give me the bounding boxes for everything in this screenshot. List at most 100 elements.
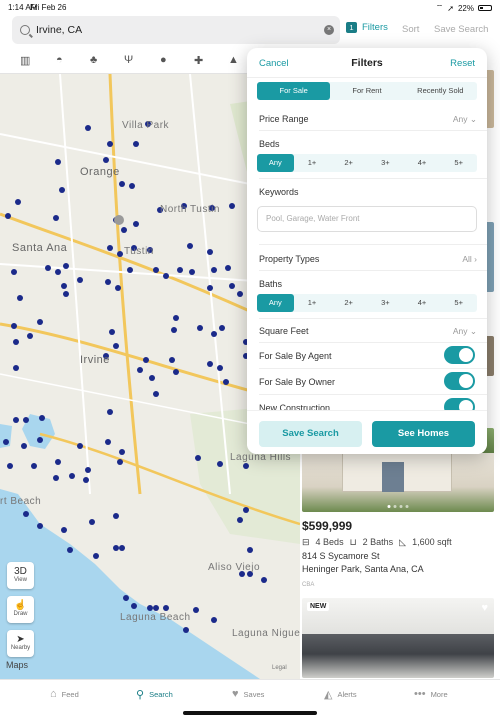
baths-any[interactable]: Any bbox=[257, 294, 294, 312]
listing-marker[interactable] bbox=[5, 213, 11, 219]
school-icon[interactable]: ◓ bbox=[56, 54, 63, 66]
filters-button[interactable]: 1 Filters bbox=[346, 22, 388, 33]
listing-marker[interactable] bbox=[37, 523, 43, 529]
listing-marker[interactable] bbox=[261, 577, 267, 583]
listing-marker[interactable] bbox=[133, 141, 139, 147]
property-types-row[interactable]: Property Types All › bbox=[259, 254, 477, 264]
tab-saves[interactable]: ♥ Saves bbox=[232, 688, 264, 700]
beds-4plus[interactable]: 4+ bbox=[404, 154, 441, 172]
baths-2plus[interactable]: 2+ bbox=[330, 294, 367, 312]
listing-marker[interactable] bbox=[27, 333, 33, 339]
listing-marker[interactable] bbox=[123, 595, 129, 601]
listing-marker[interactable] bbox=[61, 283, 67, 289]
listing-marker[interactable] bbox=[147, 605, 153, 611]
listing-marker[interactable] bbox=[121, 227, 127, 233]
listing-marker[interactable] bbox=[77, 443, 83, 449]
save-search-link[interactable]: Save Search bbox=[434, 24, 488, 35]
for-sale-by-agent-toggle[interactable] bbox=[444, 346, 475, 364]
listing-marker[interactable] bbox=[153, 605, 159, 611]
beds-3plus[interactable]: 3+ bbox=[367, 154, 404, 172]
listing-marker[interactable] bbox=[115, 285, 121, 291]
listing-marker[interactable] bbox=[13, 417, 19, 423]
tab-alerts[interactable]: ◭ Alerts bbox=[324, 688, 357, 701]
square-feet-row[interactable]: Square Feet Any ⌄ bbox=[259, 326, 477, 336]
listing-marker[interactable] bbox=[119, 545, 125, 551]
see-homes-button[interactable]: See Homes bbox=[372, 421, 475, 447]
listing-marker[interactable] bbox=[13, 365, 19, 371]
listing-marker[interactable] bbox=[45, 265, 51, 271]
listing-marker[interactable] bbox=[183, 627, 189, 633]
listing-marker[interactable] bbox=[37, 319, 43, 325]
listing-marker[interactable] bbox=[53, 215, 59, 221]
listing-marker[interactable] bbox=[177, 267, 183, 273]
listing-marker[interactable] bbox=[153, 267, 159, 273]
listing-marker[interactable] bbox=[131, 603, 137, 609]
listing-marker[interactable] bbox=[143, 357, 149, 363]
listing-marker[interactable] bbox=[23, 417, 29, 423]
baths-4plus[interactable]: 4+ bbox=[404, 294, 441, 312]
listing-marker[interactable] bbox=[109, 329, 115, 335]
listing-marker[interactable] bbox=[119, 181, 125, 187]
listing-marker[interactable] bbox=[137, 367, 143, 373]
listing-marker[interactable] bbox=[69, 473, 75, 479]
listing-marker[interactable] bbox=[11, 323, 17, 329]
listing-marker[interactable] bbox=[243, 507, 249, 513]
listing-marker[interactable] bbox=[237, 517, 243, 523]
segment-for-rent[interactable]: For Rent bbox=[330, 82, 403, 100]
listing-marker[interactable] bbox=[197, 325, 203, 331]
listing-marker[interactable] bbox=[207, 361, 213, 367]
nearby-button[interactable]: ➤ Nearby bbox=[7, 630, 34, 657]
listing-marker[interactable] bbox=[85, 467, 91, 473]
listing-marker[interactable] bbox=[211, 331, 217, 337]
baths-5plus[interactable]: 5+ bbox=[440, 294, 477, 312]
listing-marker[interactable] bbox=[173, 315, 179, 321]
for-sale-by-owner-toggle[interactable] bbox=[444, 372, 475, 390]
listing-marker[interactable] bbox=[107, 245, 113, 251]
listing-marker[interactable] bbox=[53, 475, 59, 481]
listing-marker[interactable] bbox=[207, 285, 213, 291]
draw-button[interactable]: ☝ Draw bbox=[7, 596, 34, 623]
listing-marker[interactable] bbox=[15, 199, 21, 205]
listing-marker[interactable] bbox=[31, 463, 37, 469]
listing-marker[interactable] bbox=[133, 221, 139, 227]
listing-marker[interactable] bbox=[59, 187, 65, 193]
listing-marker[interactable] bbox=[13, 339, 19, 345]
listing-marker[interactable] bbox=[207, 249, 213, 255]
segment-recently-sold[interactable]: Recently Sold bbox=[404, 82, 477, 100]
listing-marker[interactable] bbox=[3, 439, 9, 445]
listing-marker[interactable] bbox=[7, 463, 13, 469]
segment-for-sale[interactable]: For Sale bbox=[257, 82, 331, 100]
listing-marker[interactable] bbox=[127, 267, 133, 273]
listing-marker[interactable] bbox=[113, 545, 119, 551]
listing-marker[interactable] bbox=[225, 265, 231, 271]
listing-marker[interactable] bbox=[55, 269, 61, 275]
map-icon[interactable]: ▥ bbox=[20, 54, 30, 67]
listing-marker[interactable] bbox=[247, 547, 253, 553]
tab-search[interactable]: ⚲ Search bbox=[136, 688, 173, 701]
listing-marker[interactable] bbox=[117, 251, 123, 257]
hospital-icon[interactable]: ✚ bbox=[194, 54, 203, 67]
listing-marker[interactable] bbox=[173, 369, 179, 375]
listing-marker[interactable] bbox=[229, 283, 235, 289]
restaurant-icon[interactable]: Ψ bbox=[124, 54, 133, 66]
beds-2plus[interactable]: 2+ bbox=[330, 154, 367, 172]
listing-marker[interactable] bbox=[223, 379, 229, 385]
keywords-input[interactable]: Pool, Garage, Water Front bbox=[257, 206, 477, 232]
sort-button[interactable]: Sort bbox=[402, 24, 419, 35]
listing-marker[interactable] bbox=[211, 617, 217, 623]
listing-marker[interactable] bbox=[113, 343, 119, 349]
listing-marker[interactable] bbox=[103, 157, 109, 163]
listing-marker[interactable] bbox=[219, 325, 225, 331]
save-search-button[interactable]: Save Search bbox=[259, 421, 362, 447]
listing-marker[interactable] bbox=[85, 125, 91, 131]
listing-marker[interactable] bbox=[163, 273, 169, 279]
listing-marker[interactable] bbox=[163, 605, 169, 611]
listing-marker[interactable] bbox=[153, 391, 159, 397]
legal-link[interactable]: Legal bbox=[272, 665, 287, 671]
reset-button[interactable]: Reset bbox=[450, 58, 475, 69]
listing-marker[interactable] bbox=[23, 511, 29, 517]
listing-marker[interactable] bbox=[211, 267, 217, 273]
listing-marker[interactable] bbox=[61, 527, 67, 533]
listing-marker[interactable] bbox=[39, 415, 45, 421]
listing-marker[interactable] bbox=[37, 437, 43, 443]
